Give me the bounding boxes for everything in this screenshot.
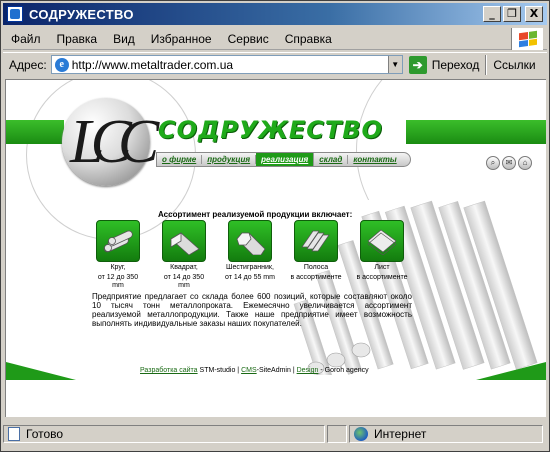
round-bar-icon xyxy=(96,220,140,262)
links-button[interactable]: Ссылки xyxy=(493,58,535,72)
nav-about[interactable]: о фирме xyxy=(157,155,203,164)
quick-icons: ⌕ ✉ ⌂ xyxy=(486,156,532,170)
product-name: Квадрат, xyxy=(170,264,198,271)
nav-warehouse[interactable]: склад xyxy=(314,155,349,164)
internet-globe-icon xyxy=(354,427,368,441)
menu-favorites[interactable]: Избранное xyxy=(143,32,220,46)
status-text-cell: Готово xyxy=(3,425,325,443)
status-zone-cell: Интернет xyxy=(349,425,543,443)
product-name: Полоса xyxy=(303,264,329,271)
status-text: Готово xyxy=(26,427,64,441)
product-range: от 14 до 55 mm xyxy=(225,274,275,281)
company-description: Предприятие предлагает со склада более 6… xyxy=(92,292,412,328)
cms-name: -SiteAdmin xyxy=(256,367,291,374)
go-label: Переход xyxy=(431,57,480,72)
address-input[interactable]: e http://www.metaltrader.com.ua ▼ xyxy=(50,55,403,74)
minimize-button[interactable]: _ xyxy=(483,6,501,22)
product-list: Круг, от 12 до 350 mm Квадрат, от 14 до … xyxy=(92,220,408,290)
logo-letters: LCC xyxy=(70,108,159,176)
product-range: в ассортименте xyxy=(290,274,342,281)
site-title: СОДРУЖЕСТВО xyxy=(158,116,383,144)
hexagon-bar-icon xyxy=(228,220,272,262)
cms-link[interactable]: CMS xyxy=(241,367,257,374)
green-band-right xyxy=(406,120,546,144)
nav-products[interactable]: продукция xyxy=(202,155,257,164)
green-corner-left xyxy=(6,362,76,380)
product-round[interactable]: Круг, от 12 до 350 mm xyxy=(92,220,144,290)
dev-name: STM-studio xyxy=(199,367,236,374)
menu-view[interactable]: Вид xyxy=(105,32,143,46)
address-url[interactable]: http://www.metaltrader.com.ua xyxy=(72,58,388,72)
title-bar: СОДРУЖЕСТВО _ ❐ X xyxy=(3,3,547,25)
address-bar: Адрес: e http://www.metaltrader.com.ua ▼… xyxy=(3,52,547,76)
menu-bar: Файл Правка Вид Избранное Сервис Справка xyxy=(3,27,547,50)
address-dropdown-icon[interactable]: ▼ xyxy=(387,56,402,73)
green-band-left xyxy=(6,120,64,144)
design-link[interactable]: Design xyxy=(297,367,319,374)
menu-file[interactable]: Файл xyxy=(3,32,49,46)
close-button[interactable]: X xyxy=(525,6,543,22)
credits-separator: | xyxy=(292,367,295,374)
design-name: - Goroh agency xyxy=(320,367,369,374)
ie-app-icon xyxy=(7,6,23,22)
home-icon[interactable]: ⌂ xyxy=(518,156,532,170)
window-title: СОДРУЖЕСТВО xyxy=(29,6,134,22)
footer-credits: Разработка сайта STM-studio | CMS-SiteAd… xyxy=(140,367,369,374)
square-bar-icon xyxy=(162,220,206,262)
product-name: Лист xyxy=(374,264,390,271)
product-hexagon[interactable]: Шестигранник, от 14 до 55 mm xyxy=(224,220,276,290)
product-square[interactable]: Квадрат, от 14 до 350 mm xyxy=(158,220,210,290)
site-nav: о фирме продукция реализация склад конта… xyxy=(156,152,411,167)
product-range: от 12 до 350 mm xyxy=(97,274,139,289)
maximize-button[interactable]: ❐ xyxy=(503,6,521,22)
page-status-icon xyxy=(8,427,20,441)
product-strip[interactable]: Полоса в ассортименте xyxy=(290,220,342,290)
credits-separator: | xyxy=(237,367,240,374)
search-icon[interactable]: ⌕ xyxy=(486,156,500,170)
assortment-title: Ассортимент реализуемой продукции включа… xyxy=(158,210,353,219)
go-button[interactable]: ➔ Переход xyxy=(408,55,480,74)
windows-logo-icon xyxy=(511,27,543,50)
sheet-icon xyxy=(360,220,404,262)
dev-link[interactable]: Разработка сайта xyxy=(140,367,198,374)
product-name: Круг, xyxy=(110,264,126,271)
strip-icon xyxy=(294,220,338,262)
product-range: от 14 до 350 mm xyxy=(163,274,205,289)
browser-window: СОДРУЖЕСТВО _ ❐ X Файл Правка Вид Избран… xyxy=(0,0,550,452)
menu-help[interactable]: Справка xyxy=(277,32,340,46)
product-range: в ассортименте xyxy=(356,274,408,281)
product-sheet[interactable]: Лист в ассортименте xyxy=(356,220,408,290)
product-name: Шестигранник, xyxy=(226,264,274,271)
nav-sales[interactable]: реализация xyxy=(256,153,315,166)
menu-tools[interactable]: Сервис xyxy=(220,32,277,46)
menu-edit[interactable]: Правка xyxy=(49,32,106,46)
address-label: Адрес: xyxy=(9,57,47,72)
go-arrow-icon: ➔ xyxy=(408,55,427,74)
status-zone: Интернет xyxy=(374,427,427,441)
nav-contacts[interactable]: контакты xyxy=(348,155,401,164)
toolbar-separator xyxy=(485,54,488,75)
status-empty-cell xyxy=(327,425,347,443)
status-bar: Готово Интернет xyxy=(3,420,547,448)
ie-page-icon: e xyxy=(54,57,69,72)
mail-icon[interactable]: ✉ xyxy=(502,156,516,170)
page-viewport: LCC СОДРУЖЕСТВО о фирме продукция реализ… xyxy=(5,79,546,417)
